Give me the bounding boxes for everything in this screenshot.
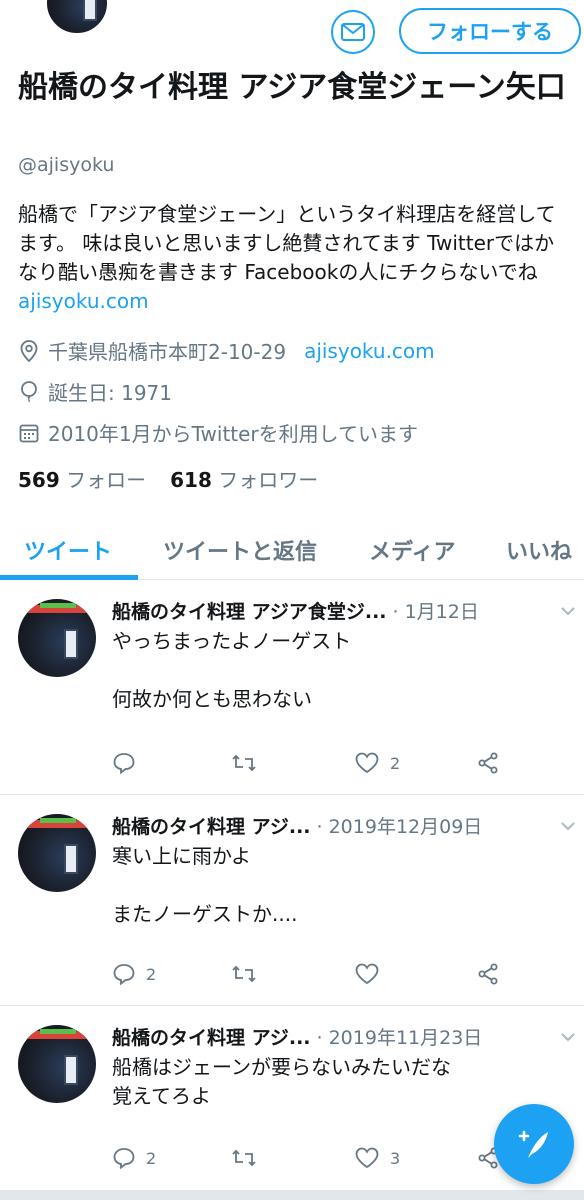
followers-stat[interactable]: 618 フォロワー [170, 464, 318, 493]
follow-button[interactable]: フォローする [399, 8, 581, 54]
chevron-down-icon[interactable] [560, 818, 576, 834]
reply-icon [113, 964, 135, 986]
like-button[interactable]: 2 [354, 751, 400, 775]
avatar-sign-green [40, 818, 76, 823]
profile-tabs: ツイート ツイートと返信 メディア いいね [0, 520, 584, 580]
tweet-actions: 2 3 [112, 1146, 512, 1176]
tweet-header: 船橋のタイ料理 アジ... · 2019年11月23日 [112, 1023, 552, 1050]
tab-media[interactable]: メディア [369, 520, 455, 580]
avatar-sign-green [40, 1029, 76, 1034]
mail-icon [341, 23, 365, 41]
follow-counts: 569 フォロー 618 フォロワー [18, 464, 318, 493]
tweet-header: 船橋のタイ料理 アジ... · 2019年12月09日 [112, 812, 552, 839]
like-icon [355, 752, 379, 774]
share-icon [478, 752, 498, 774]
birthday-row: 誕生日: 1971 [18, 377, 172, 406]
like-count: 2 [390, 753, 401, 773]
bio-link[interactable]: ajisyoku.com [18, 289, 149, 313]
reply-button[interactable]: 2 [112, 962, 156, 986]
avatar-door [64, 844, 78, 874]
reply-icon [113, 1148, 135, 1170]
avatar-door [64, 1055, 78, 1085]
tweet-text: やっちまったよノーゲスト 何故か何とも思わない [112, 629, 352, 711]
retweet-button[interactable] [230, 1146, 268, 1170]
chevron-down-icon[interactable] [560, 1029, 576, 1045]
profile-name: 船橋のタイ料理 アジア食堂ジェーン矢口 [18, 70, 566, 105]
reply-count: 2 [146, 964, 157, 984]
location-text: 千葉県船橋市本町2-10-29 [48, 340, 287, 364]
tweet-date[interactable]: · 2019年11月23日 [317, 1023, 483, 1050]
tab-tweets[interactable]: ツイート [24, 520, 112, 580]
reply-icon [113, 753, 135, 775]
location-icon [18, 339, 40, 362]
location-row: 千葉県船橋市本町2-10-29 ajisyoku.com [18, 336, 435, 365]
tweet-item[interactable]: 船橋のタイ料理 アジ... · 2019年12月09日 寒い上に雨かよ またノー… [0, 796, 584, 1006]
tab-likes[interactable]: いいね [506, 520, 572, 580]
calendar-icon [18, 422, 40, 444]
followers-label: フォロワー [218, 468, 319, 492]
like-icon [355, 1147, 379, 1169]
avatar-door [83, 0, 97, 21]
reply-count: 2 [146, 1148, 157, 1168]
reply-button[interactable] [112, 751, 146, 775]
following-label: フォロー [66, 468, 147, 492]
retweet-button[interactable] [230, 962, 268, 986]
retweet-icon [232, 1149, 256, 1167]
tweet-text: 船橋はジェーンが要らないみたいだな 覚えてろよ [112, 1055, 451, 1108]
tweet-item[interactable]: 船橋のタイ料理 アジ... · 2019年11月23日 船橋はジェーンが要らない… [0, 1007, 584, 1190]
following-count: 569 [18, 468, 60, 492]
tweet-header: 船橋のタイ料理 アジア食堂ジ... · 1月12日 [112, 597, 552, 624]
tweet-author[interactable]: 船橋のタイ料理 アジア食堂ジ... [112, 597, 387, 624]
tweet-date[interactable]: · 1月12日 [393, 597, 479, 624]
retweet-icon [232, 754, 256, 772]
like-count: 3 [390, 1148, 401, 1168]
active-tab-indicator [0, 575, 138, 580]
retweet-button[interactable] [230, 751, 268, 775]
message-button[interactable] [331, 10, 375, 54]
share-button[interactable] [476, 962, 500, 986]
compose-tweet-button[interactable] [494, 1104, 574, 1184]
like-icon [355, 963, 379, 985]
tweet-author[interactable]: 船橋のタイ料理 アジ... [112, 812, 311, 839]
website-link[interactable]: ajisyoku.com [304, 339, 435, 363]
tweet-avatar[interactable] [18, 1025, 96, 1103]
tweet-text: 寒い上に雨かよ またノーゲストか.... [112, 844, 298, 926]
tweet-author[interactable]: 船橋のタイ料理 アジ... [112, 1023, 311, 1050]
tab-tweets-replies[interactable]: ツイートと返信 [163, 520, 317, 580]
joined-text: 2010年1月からTwitterを利用しています [48, 422, 419, 446]
balloon-icon [18, 380, 40, 403]
avatar-door [64, 629, 78, 659]
bio-text: 船橋で「アジア食堂ジェーン」というタイ料理店を経営してます。 味は良いと思います… [18, 202, 556, 284]
bottom-divider [0, 1190, 584, 1200]
profile-handle: @ajisyoku [18, 154, 115, 176]
tweet-actions: 2 [112, 962, 512, 992]
compose-icon [518, 1130, 548, 1158]
tweet-avatar[interactable] [18, 599, 96, 677]
followers-count: 618 [170, 468, 212, 492]
avatar-sign-green [40, 603, 76, 608]
tweet-item[interactable]: 船橋のタイ料理 アジア食堂ジ... · 1月12日 やっちまったよノーゲスト 何… [0, 581, 584, 795]
share-button[interactable] [476, 751, 500, 775]
like-button[interactable] [354, 962, 390, 986]
tweet-actions: 2 [112, 751, 512, 781]
like-button[interactable]: 3 [354, 1146, 400, 1170]
retweet-icon [232, 965, 256, 983]
profile-avatar[interactable] [44, 0, 110, 36]
following-stat[interactable]: 569 フォロー [18, 464, 146, 493]
joined-row: 2010年1月からTwitterを利用しています [18, 418, 418, 447]
tweet-avatar[interactable] [18, 814, 96, 892]
profile-bio: 船橋で「アジア食堂ジェーン」というタイ料理店を経営してます。 味は良いと思います… [18, 200, 574, 316]
tweet-date[interactable]: · 2019年12月09日 [317, 812, 483, 839]
reply-button[interactable]: 2 [112, 1146, 156, 1170]
share-icon [478, 963, 498, 985]
birthday-text: 誕生日: 1971 [48, 381, 172, 405]
chevron-down-icon[interactable] [560, 603, 576, 619]
